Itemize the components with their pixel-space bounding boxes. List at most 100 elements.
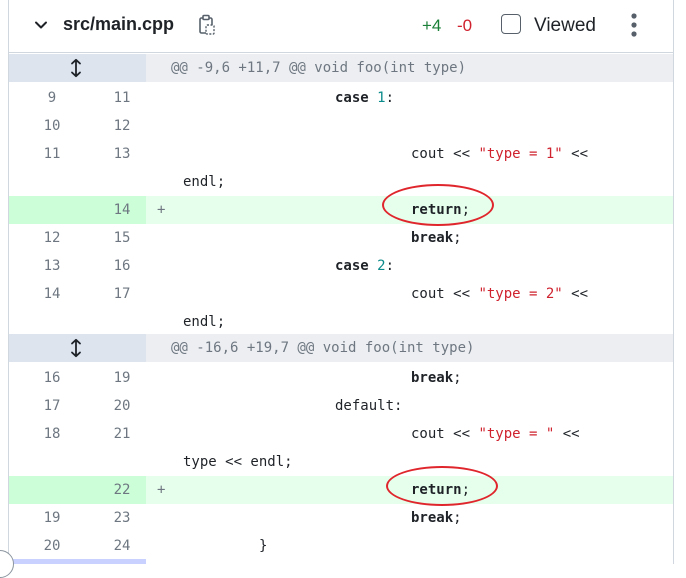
code-part: cout << bbox=[411, 426, 479, 442]
code-text-wrap: endl; bbox=[183, 314, 226, 330]
old-line-number[interactable]: 18 bbox=[27, 420, 77, 448]
code-text: return; bbox=[183, 196, 470, 224]
diff-line-wrap: endl; bbox=[9, 168, 673, 196]
unfold-icon[interactable] bbox=[67, 58, 85, 78]
diff-line: 17 20 default: bbox=[9, 392, 673, 420]
code-text: cout << "type = " << bbox=[183, 420, 580, 448]
old-line-number[interactable]: 9 bbox=[27, 84, 77, 112]
code-punct: : bbox=[385, 258, 395, 274]
number-literal: 1 bbox=[377, 90, 386, 106]
code-text: case 2: bbox=[183, 252, 394, 280]
new-line-number[interactable]: 22 bbox=[97, 476, 147, 504]
diff-line-added: 14 + return; bbox=[9, 196, 673, 224]
diff-line: 12 15 break; bbox=[9, 224, 673, 252]
diff-sign: + bbox=[157, 202, 166, 218]
diff-line: 13 16 case 2: bbox=[9, 252, 673, 280]
code-text: return; bbox=[183, 476, 470, 504]
code-text: cout << "type = 2" << bbox=[183, 280, 588, 308]
deletions-count: -0 bbox=[457, 16, 473, 35]
file-name[interactable]: src/main.cpp bbox=[63, 14, 174, 35]
code-part: << bbox=[562, 286, 589, 302]
diff-line-wrap: endl; bbox=[9, 308, 673, 336]
new-line-number[interactable]: 15 bbox=[97, 224, 147, 252]
unfold-icon[interactable] bbox=[67, 338, 85, 358]
code-part: default: bbox=[335, 398, 403, 414]
code-punct: ; bbox=[453, 370, 462, 386]
keyword: return bbox=[411, 202, 462, 218]
old-line-number[interactable]: 17 bbox=[27, 392, 77, 420]
diff-line: 14 17 cout << "type = 2" << bbox=[9, 280, 673, 308]
code-punct: ; bbox=[453, 510, 462, 526]
new-line-number[interactable]: 17 bbox=[97, 280, 147, 308]
code-text: break; bbox=[183, 504, 462, 532]
diff-line: 20 24 } bbox=[9, 532, 673, 560]
string-literal: "type = 2" bbox=[478, 286, 563, 302]
new-line-number[interactable]: 11 bbox=[97, 84, 147, 112]
viewed-checkbox[interactable] bbox=[501, 14, 521, 34]
diff-file-panel: src/main.cpp +4 -0 Viewed @@ -9,6 +11,7 … bbox=[8, 0, 674, 564]
code-text: break; bbox=[183, 364, 462, 392]
code-text: case 1: bbox=[183, 84, 394, 112]
code-punct: ; bbox=[461, 202, 471, 218]
kebab-menu-icon[interactable] bbox=[629, 12, 639, 38]
old-line-number[interactable]: 11 bbox=[27, 140, 77, 168]
diff-line: 11 13 cout << "type = 1" << bbox=[9, 140, 673, 168]
viewed-label[interactable]: Viewed bbox=[534, 15, 596, 37]
keyword: break bbox=[411, 230, 454, 246]
diff-line-wrap: type << endl; bbox=[9, 448, 673, 476]
copy-path-icon[interactable] bbox=[197, 14, 217, 36]
code-part: cout << bbox=[411, 286, 479, 302]
diff-line: 18 21 cout << "type = " << bbox=[9, 420, 673, 448]
code-text: cout << "type = 1" << bbox=[183, 140, 588, 168]
diff-line: 9 11 case 1: bbox=[9, 84, 673, 112]
new-line-number[interactable]: 20 bbox=[97, 392, 147, 420]
next-hunk-strip bbox=[9, 559, 146, 564]
number-literal: 2 bbox=[377, 258, 386, 274]
code-part: << bbox=[554, 426, 580, 442]
code-text: default: bbox=[183, 392, 402, 420]
keyword: break bbox=[411, 370, 454, 386]
chevron-down-icon[interactable] bbox=[33, 17, 49, 33]
new-line-number[interactable]: 24 bbox=[97, 532, 147, 560]
expand-gutter[interactable] bbox=[9, 334, 146, 362]
old-line-number[interactable]: 16 bbox=[27, 364, 77, 392]
new-line-number[interactable]: 21 bbox=[97, 420, 147, 448]
diff-line-added: 22 + return; bbox=[9, 476, 673, 504]
code-punct: : bbox=[385, 90, 395, 106]
code-text: } bbox=[183, 532, 267, 560]
hunk-header: @@ -16,6 +19,7 @@ void foo(int type) bbox=[9, 334, 673, 362]
hunk-header: @@ -9,6 +11,7 @@ void foo(int type) bbox=[9, 54, 673, 82]
new-line-number[interactable]: 14 bbox=[97, 196, 147, 224]
new-line-number[interactable]: 13 bbox=[97, 140, 147, 168]
new-line-number[interactable]: 16 bbox=[97, 252, 147, 280]
string-literal: "type = 1" bbox=[478, 146, 563, 162]
old-line-number[interactable]: 12 bbox=[27, 224, 77, 252]
code-part: } bbox=[259, 538, 268, 554]
code-text-wrap: endl; bbox=[183, 174, 226, 190]
old-line-number[interactable]: 13 bbox=[27, 252, 77, 280]
code-punct: ; bbox=[453, 230, 462, 246]
hunk-header-text: @@ -16,6 +19,7 @@ void foo(int type) bbox=[171, 340, 475, 356]
string-literal: "type = " bbox=[478, 426, 555, 442]
hunk-header-text: @@ -9,6 +11,7 @@ void foo(int type) bbox=[171, 60, 467, 76]
expand-gutter[interactable] bbox=[9, 54, 146, 82]
keyword: case bbox=[335, 258, 369, 274]
new-line-number[interactable]: 23 bbox=[97, 504, 147, 532]
keyword: case bbox=[335, 90, 369, 106]
code-punct: ; bbox=[461, 482, 471, 498]
old-line-number[interactable]: 14 bbox=[27, 280, 77, 308]
new-line-number[interactable]: 19 bbox=[97, 364, 147, 392]
keyword: break bbox=[411, 510, 454, 526]
code-part: << bbox=[562, 146, 589, 162]
code-text-wrap: type << endl; bbox=[183, 454, 293, 470]
additions-count: +4 bbox=[422, 16, 442, 35]
old-line-number[interactable]: 20 bbox=[27, 532, 77, 560]
new-line-number[interactable]: 12 bbox=[97, 112, 147, 140]
old-line-number[interactable]: 19 bbox=[27, 504, 77, 532]
diff-sign: + bbox=[157, 482, 166, 498]
diff-line: 19 23 break; bbox=[9, 504, 673, 532]
old-line-number[interactable]: 10 bbox=[27, 112, 77, 140]
code-part: cout << bbox=[411, 146, 479, 162]
keyword: return bbox=[411, 482, 462, 498]
diff-line: 16 19 break; bbox=[9, 364, 673, 392]
